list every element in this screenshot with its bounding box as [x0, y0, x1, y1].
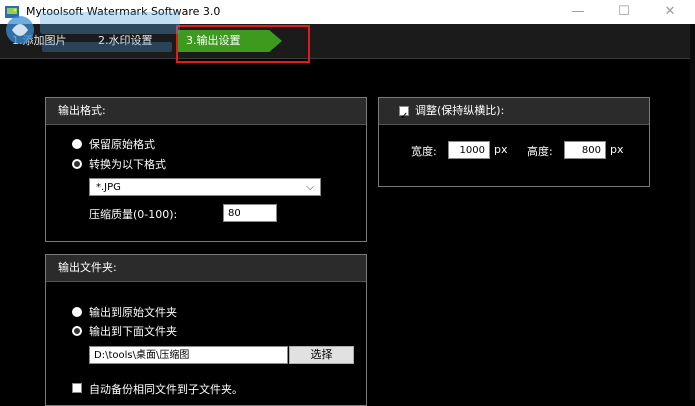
minimize-icon: — [571, 4, 585, 19]
chevron-down-icon: ⌵ [306, 182, 314, 193]
tab-add-images[interactable]: 1.添加图片 [12, 30, 67, 52]
height-unit: px [610, 143, 624, 156]
backup-label: 自动备份相同文件到子文件夹。 [89, 383, 243, 396]
output-format-header: 输出格式: [46, 98, 366, 125]
to-below-folder-label: 输出到下面文件夹 [89, 325, 177, 338]
quality-input[interactable]: 80 [223, 204, 277, 222]
resize-header: 调整(保持纵横比): [379, 98, 649, 130]
folder-path-input[interactable]: D:\tools\桌面\压缩图 [89, 346, 288, 364]
keep-original-label: 保留原始格式 [89, 138, 155, 151]
quality-label: 压缩质量(0-100): [89, 208, 178, 221]
maximize-button[interactable]: ☐ [601, 0, 647, 24]
to-original-folder-radio[interactable] [72, 307, 82, 317]
width-label: 宽度: [411, 145, 437, 158]
annotation-highlight-box [176, 25, 310, 63]
output-folder-panel: 输出文件夹: 输出到原始文件夹 输出到下面文件夹 D:\tools\桌面\压缩图… [45, 254, 367, 406]
window-right-edge [690, 24, 695, 400]
resize-checkbox[interactable] [399, 104, 409, 130]
close-icon: ✕ [664, 4, 676, 19]
to-below-folder-radio[interactable] [72, 326, 82, 336]
output-folder-header: 输出文件夹: [46, 255, 366, 282]
maximize-icon: ☐ [618, 4, 630, 19]
tab-watermark-settings[interactable]: 2.水印设置 [98, 30, 153, 52]
width-input[interactable]: 1000 [448, 141, 490, 159]
keep-original-radio[interactable] [72, 139, 82, 149]
step-tab-bar: 1.添加图片 2.水印设置 3.输出设置 [0, 24, 695, 59]
convert-format-label: 转换为以下格式 [89, 158, 166, 171]
app-icon [5, 6, 19, 18]
window-title: Mytoolsoft Watermark Software 3.0 [26, 5, 221, 18]
resize-label: 调整(保持纵横比): [415, 104, 505, 117]
resize-panel: 调整(保持纵横比): 宽度: 1000 px 高度: 800 px [378, 97, 650, 187]
format-select[interactable]: *.JPG ⌵ [89, 178, 321, 196]
width-unit: px [494, 143, 508, 156]
convert-format-radio[interactable] [72, 159, 82, 169]
minimize-button[interactable]: — [555, 0, 601, 24]
output-format-panel: 输出格式: 保留原始格式 转换为以下格式 *.JPG ⌵ 压缩质量(0-100)… [45, 97, 367, 242]
height-input[interactable]: 800 [564, 141, 606, 159]
close-button[interactable]: ✕ [647, 0, 693, 24]
height-label: 高度: [527, 145, 553, 158]
browse-button[interactable]: 选择 [289, 346, 354, 364]
title-bar: Mytoolsoft Watermark Software 3.0 — ☐ ✕ [0, 0, 695, 24]
format-select-value: *.JPG [96, 182, 121, 193]
to-original-folder-label: 输出到原始文件夹 [89, 306, 177, 319]
backup-checkbox[interactable] [72, 383, 82, 393]
